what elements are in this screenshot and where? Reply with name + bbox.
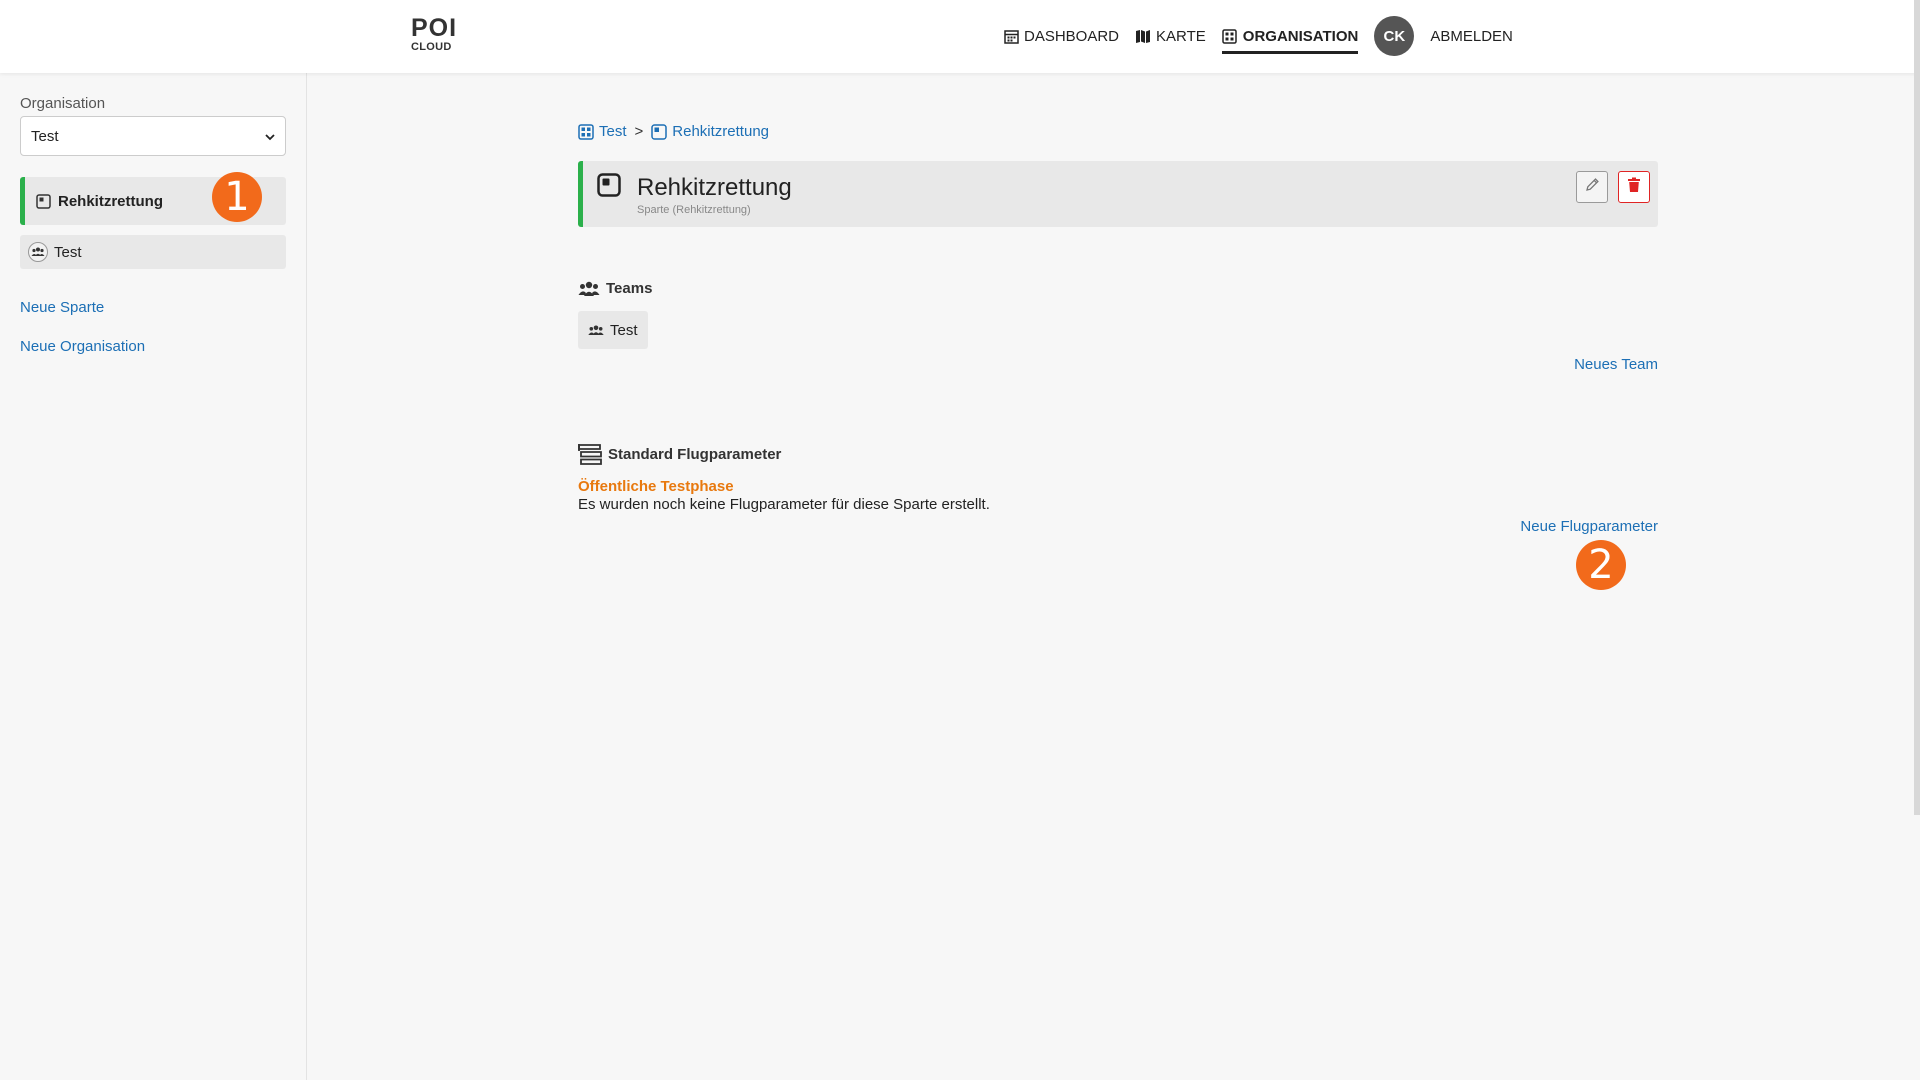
pencil-icon — [1585, 177, 1600, 197]
main-nav: DASHBOARD KARTE ORGANISATION CK ABMELDEN — [1003, 16, 1529, 56]
public-testphase-label: Öffentliche Testphase — [578, 478, 734, 495]
breadcrumb-org-link[interactable]: Test — [599, 123, 627, 140]
team-chip-test[interactable]: Test — [578, 311, 648, 349]
team-icon — [588, 325, 604, 336]
division-icon — [651, 123, 668, 140]
nav-dashboard[interactable]: DASHBOARD — [1003, 18, 1119, 54]
logo-text-poi: POI — [411, 14, 458, 42]
poi-cloud-logo[interactable]: POI CLOUD — [411, 16, 461, 53]
sidebar-item-label: Rehkitzrettung — [58, 192, 163, 210]
step-badge-1: 1 — [212, 172, 262, 222]
page-scrollbar[interactable] — [1914, 0, 1920, 815]
division-icon — [34, 192, 52, 210]
page-title: Rehkitzrettung — [637, 174, 792, 201]
nav-karte-label: KARTE — [1156, 27, 1206, 45]
delete-button[interactable] — [1618, 171, 1650, 203]
division-title-card: Rehkitzrettung Sparte (Rehkitzrettung) — [578, 161, 1658, 227]
sidebar-item-team-test[interactable]: Test — [20, 235, 286, 269]
teams-heading-label: Teams — [606, 280, 653, 297]
teams-heading: Teams — [578, 280, 652, 297]
flight-params-heading-label: Standard Flugparameter — [608, 445, 782, 463]
logout-link[interactable]: ABMELDEN — [1430, 18, 1513, 54]
team-icon — [578, 281, 600, 297]
sidebar: Organisation Test Rehkitzrettung Test Ne… — [0, 73, 307, 1080]
edit-button[interactable] — [1576, 171, 1608, 203]
map-icon — [1135, 28, 1151, 44]
team-chip-label: Test — [610, 321, 638, 339]
breadcrumb-separator: > — [634, 123, 644, 140]
calendar-icon — [1003, 28, 1019, 44]
grid-icon — [1222, 28, 1238, 44]
user-avatar[interactable]: CK — [1374, 16, 1415, 56]
breadcrumb-division-link[interactable]: Rehkitzrettung — [672, 123, 769, 140]
new-organisation-link[interactable]: Neue Organisation — [20, 338, 145, 355]
team-icon — [28, 242, 48, 262]
new-team-link[interactable]: Neues Team — [1574, 356, 1658, 373]
chevron-down-icon — [265, 128, 275, 145]
page-subtitle: Sparte (Rehkitzrettung) — [637, 204, 751, 216]
step-badge-2: 2 — [1576, 540, 1626, 590]
top-header: POI CLOUD DASHBOARD KARTE ORGANISATION C… — [0, 0, 1920, 73]
breadcrumb: Test > Rehkitzrettung — [578, 123, 769, 140]
new-flight-params-link[interactable]: Neue Flugparameter — [1520, 518, 1658, 535]
grid-icon — [578, 123, 594, 140]
sidebar-item-label: Test — [54, 243, 82, 261]
layers-icon — [578, 443, 602, 465]
flight-params-heading: Standard Flugparameter — [578, 443, 781, 465]
division-icon — [597, 173, 621, 202]
nav-organisation-label: ORGANISATION — [1242, 27, 1359, 45]
organisation-select[interactable]: Test — [20, 116, 286, 156]
flight-params-empty-text: Es wurden noch keine Flugparameter für d… — [578, 496, 990, 513]
organisation-label: Organisation — [20, 95, 106, 112]
trash-icon — [1627, 177, 1641, 198]
nav-dashboard-label: DASHBOARD — [1024, 27, 1120, 45]
organisation-select-value: Test — [31, 127, 59, 145]
new-division-link[interactable]: Neue Sparte — [20, 299, 104, 316]
nav-organisation[interactable]: ORGANISATION — [1221, 18, 1359, 54]
logo-text-cloud: CLOUD — [411, 41, 452, 53]
nav-karte[interactable]: KARTE — [1135, 18, 1206, 54]
